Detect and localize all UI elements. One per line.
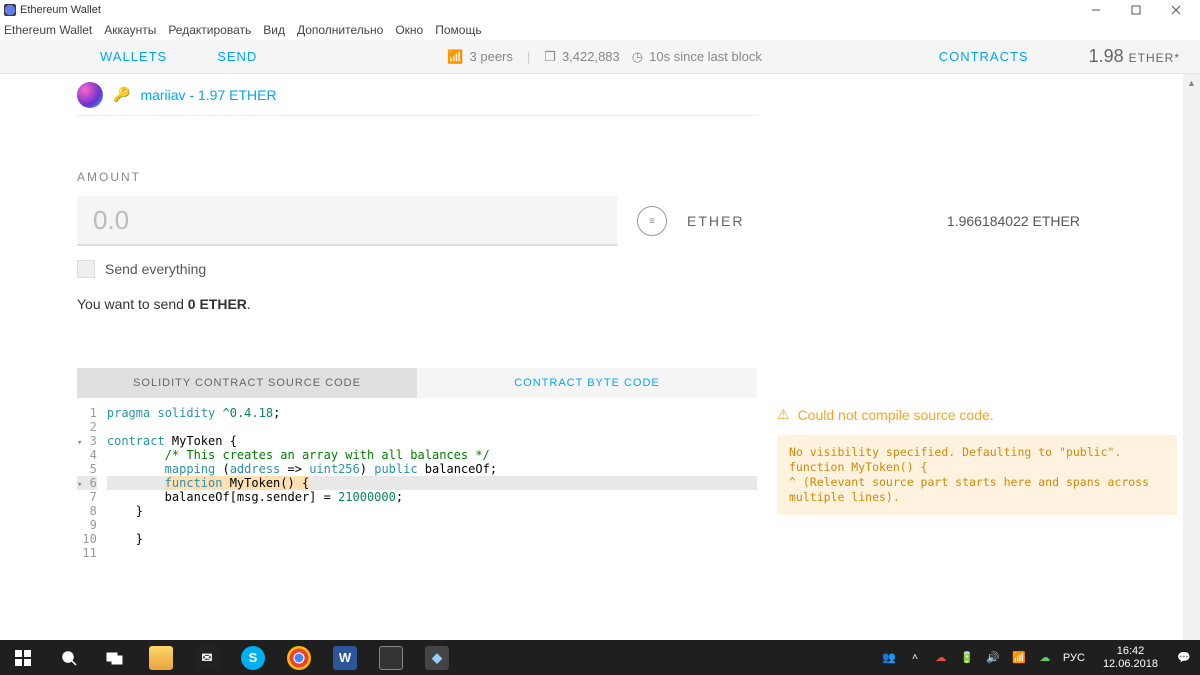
- taskbar-mail[interactable]: ✉: [184, 640, 230, 675]
- tray-onedrive-icon[interactable]: ☁: [933, 650, 949, 666]
- tray-people-icon[interactable]: 👥: [881, 650, 897, 666]
- nav-send[interactable]: SEND: [217, 49, 257, 64]
- peers-count: 3 peers: [470, 49, 513, 64]
- send-summary: You want to send 0 ETHER.: [77, 296, 1200, 312]
- send-summary-amount: 0 ETHER: [188, 296, 247, 312]
- tray-overflow-icon[interactable]: ˄: [907, 650, 923, 666]
- nav-contracts[interactable]: CONTRACTS: [939, 49, 1029, 64]
- tray-wifi-icon[interactable]: 📶: [1011, 650, 1027, 666]
- taskbar-cmd[interactable]: [368, 640, 414, 675]
- amount-input-wrap[interactable]: [77, 196, 617, 246]
- maximize-button[interactable]: [1116, 0, 1156, 20]
- amount-input[interactable]: [93, 205, 601, 236]
- currency-icon[interactable]: ≡: [637, 206, 667, 236]
- from-account-row[interactable]: 🔑 mariiav - 1.97 ETHER: [77, 74, 757, 116]
- menu-bar: Ethereum Wallet Аккаунты Редактировать В…: [0, 20, 1200, 40]
- search-button[interactable]: [46, 640, 92, 675]
- tray-notifications-icon[interactable]: 💬: [1176, 650, 1192, 666]
- amount-label: AMOUNT: [77, 170, 1200, 184]
- send-summary-suffix: .: [247, 296, 251, 312]
- compile-error-title: Could not compile source code.: [798, 407, 994, 423]
- top-nav: WALLETS SEND 📶 3 peers | ❒ 3,422,883 ◷ 1…: [0, 40, 1200, 74]
- tray-clock[interactable]: 16:42 12.06.2018: [1095, 645, 1166, 671]
- app-logo-icon: [4, 4, 16, 16]
- window-titlebar: Ethereum Wallet: [0, 0, 1200, 20]
- task-view-button[interactable]: [92, 640, 138, 675]
- windows-taskbar: ✉ S W ◆ 👥 ˄ ☁ 🔋 🔊 📶 ☁ РУС 16:42 12.06.20…: [0, 640, 1200, 675]
- code-editor[interactable]: 12▾ 345▾ 67891011 pragma solidity ^0.4.1…: [77, 406, 757, 560]
- compile-error-line3: ^ (Relevant source part starts here and …: [789, 475, 1165, 505]
- code-gutter: 12▾ 345▾ 67891011: [77, 406, 107, 560]
- start-button[interactable]: [0, 640, 46, 675]
- signal-icon: 📶: [447, 49, 463, 65]
- menu-help[interactable]: Помощь: [435, 23, 481, 37]
- menu-accounts[interactable]: Аккаунты: [104, 23, 156, 37]
- window-title: Ethereum Wallet: [20, 4, 101, 16]
- layers-icon: ❒: [544, 49, 556, 65]
- currency-label: ETHER: [687, 213, 744, 229]
- taskbar-chrome[interactable]: [276, 640, 322, 675]
- code-lines: pragma solidity ^0.4.18; contract MyToke…: [107, 406, 757, 560]
- account-avatar-icon: [77, 82, 103, 108]
- send-everything-label: Send everything: [105, 261, 206, 277]
- taskbar-skype[interactable]: S: [230, 640, 276, 675]
- compile-error-line1: No visibility specified. Defaulting to "…: [789, 445, 1165, 460]
- tray-volume-icon[interactable]: 🔊: [985, 650, 1001, 666]
- since-block: 10s since last block: [649, 49, 762, 64]
- menu-app[interactable]: Ethereum Wallet: [4, 23, 92, 37]
- compile-error-line2: function MyToken() {: [789, 460, 1165, 475]
- available-balance: 1.966184022 ETHER: [947, 213, 1080, 229]
- header-balance: 1.98 ETHER*: [1089, 46, 1180, 67]
- account-name: mariiav - 1.97 ETHER: [140, 87, 276, 103]
- tray-battery-icon[interactable]: 🔋: [959, 650, 975, 666]
- menu-view[interactable]: Вид: [263, 23, 285, 37]
- code-tabs: SOLIDITY CONTRACT SOURCE CODE CONTRACT B…: [77, 368, 1200, 398]
- tray-language[interactable]: РУС: [1063, 652, 1085, 664]
- tab-source-code[interactable]: SOLIDITY CONTRACT SOURCE CODE: [77, 368, 417, 398]
- scroll-up-icon[interactable]: ▲: [1183, 74, 1200, 91]
- tab-byte-code[interactable]: CONTRACT BYTE CODE: [417, 368, 757, 398]
- block-number: 3,422,883: [562, 49, 620, 64]
- warning-icon: ⚠: [777, 406, 790, 423]
- send-everything-checkbox[interactable]: [77, 260, 95, 278]
- vertical-scrollbar[interactable]: ▲: [1183, 74, 1200, 640]
- header-balance-value: 1.98: [1089, 46, 1124, 66]
- menu-window[interactable]: Окно: [395, 23, 423, 37]
- close-button[interactable]: [1156, 0, 1196, 20]
- taskbar-word[interactable]: W: [322, 640, 368, 675]
- header-balance-unit: ETHER*: [1129, 51, 1180, 65]
- menu-advanced[interactable]: Дополнительно: [297, 23, 383, 37]
- nav-wallets[interactable]: WALLETS: [100, 49, 167, 64]
- taskbar-ethereum[interactable]: ◆: [414, 640, 460, 675]
- menu-edit[interactable]: Редактировать: [168, 23, 251, 37]
- compile-error-body: No visibility specified. Defaulting to "…: [777, 435, 1177, 515]
- taskbar-explorer[interactable]: [138, 640, 184, 675]
- minimize-button[interactable]: [1076, 0, 1116, 20]
- send-summary-prefix: You want to send: [77, 296, 188, 312]
- key-icon: 🔑: [113, 86, 130, 103]
- page-content: 🔑 mariiav - 1.97 ETHER AMOUNT ≡ ETHER 1.…: [0, 74, 1200, 640]
- tray-time: 16:42: [1103, 645, 1158, 658]
- clock-icon: ◷: [632, 49, 643, 65]
- tray-date: 12.06.2018: [1103, 658, 1158, 671]
- tray-onedrive2-icon[interactable]: ☁: [1037, 650, 1053, 666]
- compile-error-panel: ⚠ Could not compile source code. No visi…: [777, 406, 1177, 560]
